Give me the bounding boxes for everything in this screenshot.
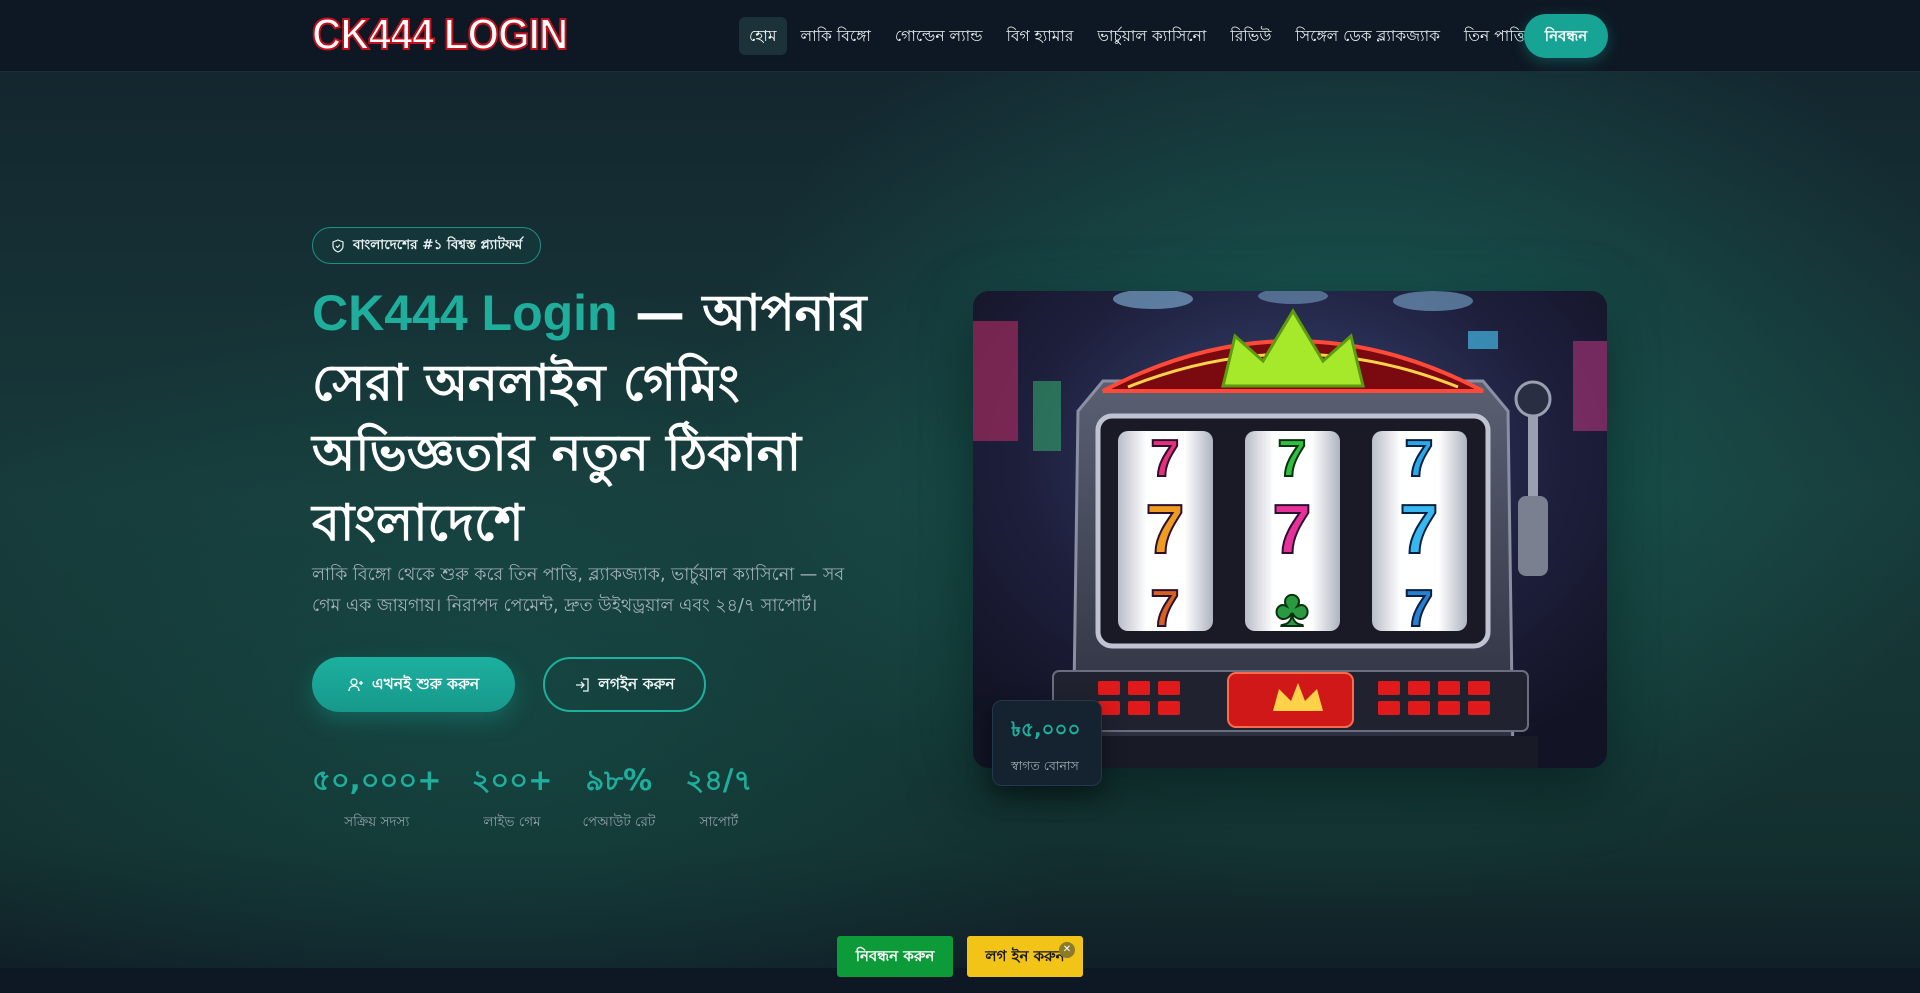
floating-register-button[interactable]: নিবন্ধন করুন: [837, 936, 953, 977]
stat-label: সক্রিয় সদস্য: [344, 814, 410, 830]
site-header: CK444 LOGIN হোম লাকি বিঙ্গো গোল্ডেন ল্যা…: [0, 0, 1920, 72]
nav-item-single-deck-blackjack[interactable]: সিঙ্গেল ডেক ব্ল্যাকজ্যাক: [1285, 17, 1450, 55]
stat-live-games: ২০০+ লাইভ গেম: [472, 757, 553, 834]
nav-item-lucky-bingo[interactable]: লাকি বিঙ্গো: [791, 17, 881, 55]
trust-badge-label: বাংলাদেশের #১ বিশ্বস্ত প্ল্যাটফর্ম: [353, 237, 523, 253]
stat-label: পেআউট রেট: [582, 814, 656, 830]
svg-text:7: 7: [1151, 430, 1180, 488]
svg-text:7: 7: [1273, 490, 1312, 568]
nav-item-golden-land[interactable]: গোল্ডেন ল্যান্ড: [885, 17, 993, 55]
slot-machine-image: 7 7 7 7 7 ♣ 7 7 7: [973, 291, 1607, 768]
shield-icon: [331, 238, 345, 253]
nav-item-home[interactable]: হোম: [739, 17, 787, 55]
svg-text:7: 7: [1405, 430, 1434, 488]
bonus-amount: ৳৫,০০০: [1011, 717, 1081, 741]
stat-support: ২৪/৭ সাপোর্ট: [685, 757, 752, 834]
login-icon: [574, 677, 590, 693]
hero-subtitle: লাকি বিঙ্গো থেকে শুরু করে তিন পাত্তি, ব্…: [312, 565, 845, 616]
hero-headline: CK444 Login — আপনার সেরা অনলাইন গেমিং অভ…: [312, 278, 952, 558]
svg-text:♣: ♣: [1275, 580, 1309, 638]
stat-members: ৫০,০০০+ সক্রিয় সদস্য: [312, 757, 442, 834]
bottom-strip: [0, 968, 1920, 993]
stat-label: সাপোর্ট: [699, 814, 739, 830]
stat-label: লাইভ গেম: [483, 814, 541, 830]
stat-value: ২৪/৭: [685, 763, 753, 797]
stat-value: ৯৮%: [585, 763, 653, 797]
bonus-label: স্বাগত বোনাস: [1011, 758, 1079, 773]
headline-accent: CK444 Login: [312, 285, 618, 341]
svg-text:7: 7: [1400, 490, 1439, 568]
stat-value: ২০০+: [471, 763, 553, 797]
start-now-button[interactable]: এখনই শুরু করুন: [312, 657, 515, 712]
stat-value: ৫০,০০০+: [312, 763, 442, 797]
start-now-label: এখনই শুরু করুন: [371, 674, 480, 693]
svg-text:7: 7: [1146, 490, 1185, 568]
nav-item-review[interactable]: রিভিউ: [1220, 17, 1281, 55]
close-icon[interactable]: ✕: [1059, 942, 1075, 958]
svg-text:7: 7: [1151, 580, 1180, 638]
user-plus-icon: [348, 677, 364, 693]
nav-item-virtual-casino[interactable]: ভার্চুয়াল ক্যাসিনো: [1087, 17, 1216, 55]
main-nav: হোম লাকি বিঙ্গো গোল্ডেন ল্যান্ড বিগ হ্যা…: [739, 16, 1590, 56]
hero-stats: ৫০,০০০+ সক্রিয় সদস্য ২০০+ লাইভ গেম ৯৮% …: [312, 757, 782, 834]
login-label: লগইন করুন: [598, 674, 675, 693]
svg-text:7: 7: [1405, 580, 1434, 638]
site-logo[interactable]: CK444 LOGIN: [311, 11, 569, 59]
nav-item-big-hammer[interactable]: বিগ হ্যামার: [996, 17, 1083, 55]
header-register-button[interactable]: নিবন্ধন: [1524, 14, 1608, 58]
trust-badge: বাংলাদেশের #১ বিশ্বস্ত প্ল্যাটফর্ম: [312, 227, 541, 264]
page: CK444 LOGIN হোম লাকি বিঙ্গো গোল্ডেন ল্যা…: [0, 0, 1920, 993]
stat-payout-rate: ৯৮% পেআউট রেট: [582, 757, 655, 834]
svg-text:7: 7: [1278, 430, 1307, 488]
login-button[interactable]: লগইন করুন: [543, 657, 706, 712]
welcome-bonus-card: ৳৫,০০০ স্বাগত বোনাস: [992, 700, 1102, 786]
